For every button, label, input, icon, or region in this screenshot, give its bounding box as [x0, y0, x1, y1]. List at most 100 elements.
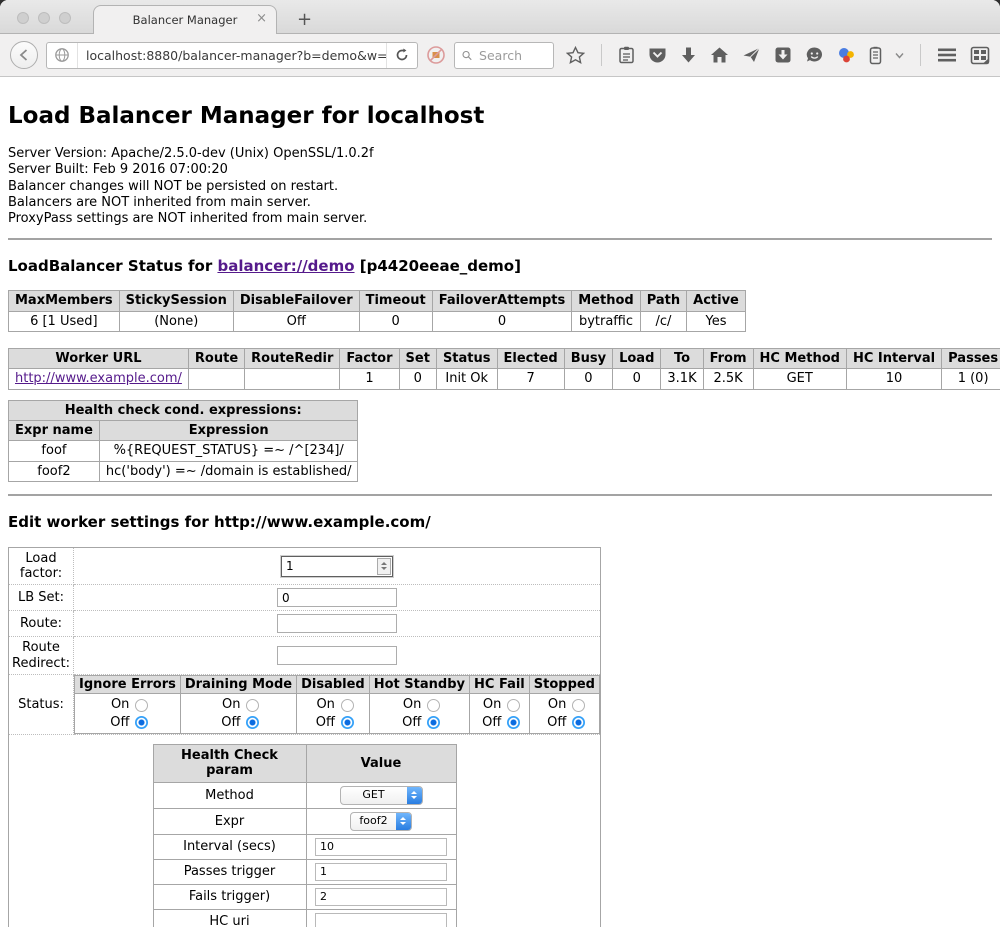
- back-button[interactable]: [10, 41, 38, 69]
- content-blocked-icon[interactable]: [426, 45, 446, 65]
- balancer-demo-link[interactable]: balancer://demo: [217, 257, 354, 275]
- menu-hamburger-icon[interactable]: [937, 47, 957, 63]
- home-icon[interactable]: [710, 46, 729, 64]
- col-disablefailover: DisableFailover: [233, 291, 359, 311]
- zoom-window-button[interactable]: [59, 12, 71, 24]
- stopped-on-radio[interactable]: [572, 699, 585, 712]
- stopped-off-radio[interactable]: [572, 716, 585, 729]
- col-worker-url: Worker URL: [9, 349, 189, 369]
- route-value: [188, 369, 244, 389]
- toolbar-separator: [601, 44, 602, 66]
- worker-row: http://www.example.com/ 1 0 Init Ok 7 0 …: [9, 369, 1000, 389]
- draining-mode-off-radio[interactable]: [246, 716, 259, 729]
- balancers-notice-line: Balancers are NOT inherited from main se…: [8, 195, 992, 210]
- worker-header-row: Worker URL Route RouteRedir Factor Set S…: [9, 349, 1000, 369]
- factor-value: 1: [340, 369, 399, 389]
- site-identity-globe-icon[interactable]: [47, 43, 78, 68]
- col-failoverattempts: FailoverAttempts: [432, 291, 572, 311]
- health-check-row: Health Check param Value Method GET: [9, 735, 601, 927]
- passes-value: 1 (0): [942, 369, 1000, 389]
- passes-input[interactable]: [315, 863, 447, 881]
- col-hot-standby: Hot Standby: [369, 676, 469, 694]
- overflow-caret-icon[interactable]: [895, 52, 904, 59]
- passes-row: Passes trigger: [153, 859, 456, 884]
- send-plane-icon[interactable]: [742, 46, 761, 64]
- hot-standby-off-radio[interactable]: [427, 716, 440, 729]
- share-colors-icon[interactable]: [837, 46, 856, 64]
- on-label: On: [106, 697, 129, 712]
- tab-balancer-manager[interactable]: Balancer Manager ×: [93, 5, 277, 34]
- status-options-table: Ignore Errors Draining Mode Disabled Hot…: [74, 675, 600, 734]
- on-label: On: [543, 697, 566, 712]
- maxmembers-value: 6 [1 Used]: [9, 311, 120, 331]
- load-factor-input[interactable]: [282, 559, 377, 573]
- clipboard-icon[interactable]: [618, 46, 635, 64]
- hot-standby-on-radio[interactable]: [427, 699, 440, 712]
- method-select[interactable]: GET: [340, 786, 423, 805]
- panel-download-icon[interactable]: [774, 46, 792, 64]
- back-arrow-icon: [17, 48, 31, 62]
- load-value: 0: [613, 369, 661, 389]
- disabled-on-radio[interactable]: [341, 699, 354, 712]
- balancer-header-row: MaxMembers StickySession DisableFailover…: [9, 291, 746, 311]
- url-text[interactable]: localhost:8880/balancer-manager?b=demo&w…: [78, 48, 386, 63]
- feedback-smiley-icon[interactable]: [805, 46, 824, 64]
- expr-select[interactable]: foof2: [350, 812, 411, 831]
- select-stepper-icon: [396, 813, 411, 830]
- number-stepper-icon[interactable]: [377, 558, 391, 575]
- reload-button[interactable]: [386, 43, 417, 68]
- draining-mode-on-radio[interactable]: [246, 699, 259, 712]
- health-expressions-table: Health check cond. expressions: Expr nam…: [8, 400, 358, 482]
- battery-panel-icon[interactable]: [869, 46, 882, 65]
- url-bar[interactable]: localhost:8880/balancer-manager?b=demo&w…: [46, 42, 418, 69]
- bookmark-star-icon[interactable]: [566, 46, 585, 65]
- on-label: On: [217, 697, 240, 712]
- expr-label: Expr: [153, 808, 306, 834]
- search-input[interactable]: [477, 47, 546, 64]
- close-window-button[interactable]: [17, 12, 29, 24]
- hc-fail-off-radio[interactable]: [507, 716, 520, 729]
- tab-groups-icon[interactable]: [970, 46, 990, 65]
- ignore-errors-off-radio[interactable]: [135, 716, 148, 729]
- new-tab-button[interactable]: +: [297, 11, 312, 29]
- hc-uri-input[interactable]: [315, 913, 447, 927]
- route-redirect-input[interactable]: [277, 646, 397, 665]
- col-stickysession: StickySession: [119, 291, 233, 311]
- heading-prefix: LoadBalancer Status for: [8, 257, 217, 275]
- worker-url-link[interactable]: http://www.example.com/: [15, 371, 182, 386]
- method-label: Method: [153, 782, 306, 808]
- hc-fail-on-radio[interactable]: [507, 699, 520, 712]
- lb-set-row: LB Set:: [9, 585, 601, 611]
- fails-input[interactable]: [315, 888, 447, 906]
- on-label: On: [398, 697, 421, 712]
- col-hc-method: HC Method: [753, 349, 846, 369]
- col-ignore-errors: Ignore Errors: [75, 676, 181, 694]
- off-label: Off: [106, 715, 129, 730]
- search-bar[interactable]: [454, 42, 554, 69]
- pocket-icon[interactable]: [648, 46, 667, 64]
- elected-value: 7: [497, 369, 564, 389]
- to-value: 3.1K: [661, 369, 703, 389]
- expr-table-title: Health check cond. expressions:: [9, 400, 358, 420]
- disabled-off-radio[interactable]: [341, 716, 354, 729]
- tab-title: Balancer Manager: [133, 13, 238, 27]
- col-method: Method: [572, 291, 640, 311]
- method-value: bytraffic: [572, 311, 640, 331]
- loadbalancer-status-heading: LoadBalancer Status for balancer://demo …: [8, 258, 992, 276]
- interval-label: Interval (secs): [153, 834, 306, 859]
- minimize-window-button[interactable]: [38, 12, 50, 24]
- server-built-line: Server Built: Feb 9 2016 07:00:20: [8, 162, 992, 177]
- lb-set-input[interactable]: [277, 588, 397, 607]
- route-input[interactable]: [277, 614, 397, 633]
- col-stopped: Stopped: [529, 676, 599, 694]
- col-routeredir: RouteRedir: [245, 349, 340, 369]
- ignore-errors-on-radio[interactable]: [135, 699, 148, 712]
- search-icon: [462, 49, 472, 62]
- close-tab-icon[interactable]: ×: [256, 12, 267, 25]
- col-set: Set: [399, 349, 436, 369]
- status-radio-row: On Off On Off On Off: [75, 694, 600, 734]
- col-hc-interval: HC Interval: [846, 349, 941, 369]
- timeout-value: 0: [359, 311, 432, 331]
- interval-input[interactable]: [315, 838, 447, 856]
- download-icon[interactable]: [680, 46, 697, 64]
